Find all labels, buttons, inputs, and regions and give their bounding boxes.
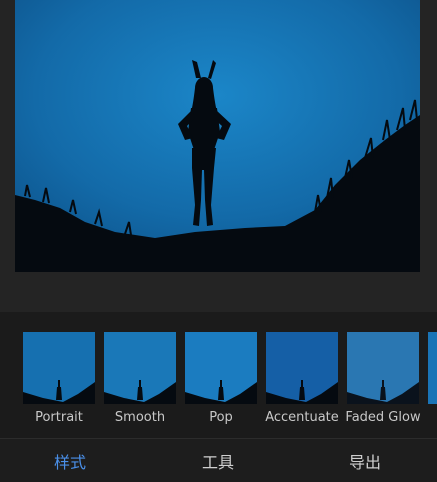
filter-thumbnail[interactable] [23, 332, 95, 404]
photo-canvas-area [0, 0, 437, 312]
tab-styles[interactable]: 样式 [10, 439, 130, 482]
filter-item-smooth[interactable]: Smooth [104, 332, 176, 425]
filter-item-faded-glow[interactable]: Faded Glow [345, 332, 421, 425]
photo-editor-app: Portrait Smooth Pop Accentuate Faded Glo… [0, 0, 437, 482]
tab-export[interactable]: 导出 [305, 439, 425, 482]
photo-preview[interactable] [15, 0, 420, 272]
filter-item-accentuate[interactable]: Accentuate [265, 332, 339, 425]
filter-item-pop[interactable]: Pop [185, 332, 257, 425]
filter-item-partial[interactable] [428, 332, 437, 404]
filter-label: Faded Glow [345, 410, 421, 425]
tab-tools[interactable]: 工具 [158, 439, 278, 482]
filter-thumbnail[interactable] [428, 332, 437, 404]
filter-thumbnail[interactable] [266, 332, 338, 404]
bottom-tab-bar: 样式 工具 导出 [0, 438, 437, 482]
filter-thumbnail[interactable] [185, 332, 257, 404]
silhouette-photo [15, 0, 420, 272]
filter-item-portrait[interactable]: Portrait [23, 332, 95, 425]
filter-thumbnail[interactable] [104, 332, 176, 404]
filter-thumbnail[interactable] [347, 332, 419, 404]
filter-strip[interactable]: Portrait Smooth Pop Accentuate Faded Glo… [0, 312, 437, 438]
